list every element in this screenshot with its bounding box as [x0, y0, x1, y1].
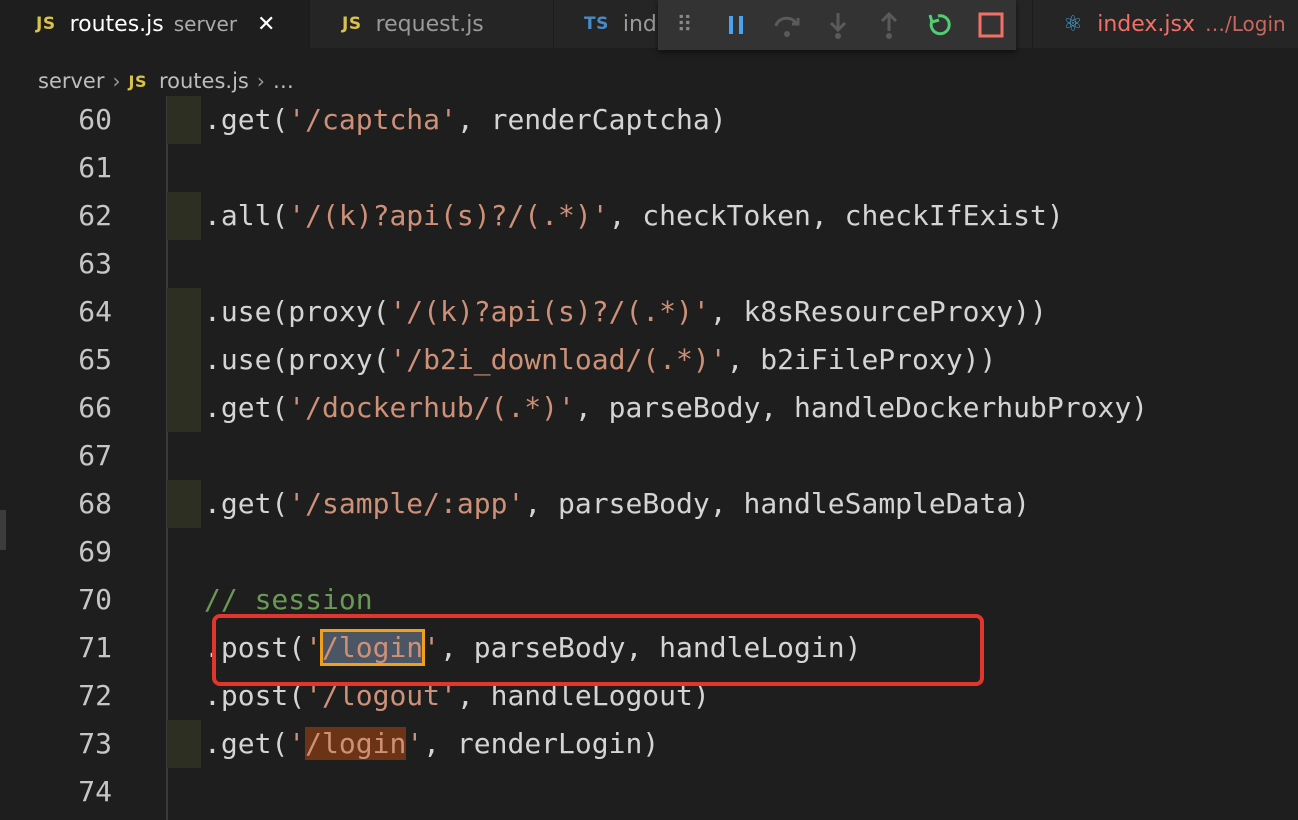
indent-marker — [167, 336, 201, 384]
code-token: , b2iFileProxy)) — [726, 343, 997, 376]
string-token: '/(k)?api(s)?/(.*)' — [288, 199, 609, 232]
line-number: 69 — [78, 535, 112, 568]
tab-index-ts[interactable]: TS inde — [554, 0, 674, 48]
line-number: 61 — [78, 151, 112, 184]
line-number: 70 — [78, 583, 112, 616]
code-token: .use(proxy( — [204, 343, 390, 376]
indent-marker — [167, 288, 201, 336]
tab-routes-js[interactable]: JS routes.js server ✕ — [0, 0, 310, 48]
indent-marker — [167, 192, 201, 240]
line-number: 60 — [78, 103, 112, 136]
code-token: .all( — [204, 199, 289, 232]
step-into-icon[interactable] — [813, 0, 864, 50]
code-token: .get( — [204, 727, 289, 760]
code-line[interactable]: .get('/dockerhub/(.*)', parseBody, handl… — [204, 384, 1148, 432]
javascript-file-icon: JS — [128, 71, 147, 91]
code-line[interactable]: .get('/captcha', renderCaptcha) — [204, 96, 727, 144]
string-token: ' — [288, 727, 306, 760]
close-icon[interactable]: ✕ — [257, 12, 275, 37]
code-token: , renderCaptcha) — [456, 103, 727, 136]
indent-marker — [167, 384, 201, 432]
indent-marker — [167, 480, 201, 528]
string-token: '/(k)?api(s)?/(.*)' — [389, 295, 710, 328]
line-number: 72 — [78, 679, 112, 712]
find-match: /login — [305, 727, 407, 760]
tab-label: index.jsx — [1097, 11, 1196, 37]
chevron-right-icon: › — [256, 69, 265, 93]
code-token: .get( — [204, 391, 289, 424]
pause-icon[interactable] — [711, 0, 762, 50]
tab-label: request.js — [375, 11, 484, 37]
indent-marker — [167, 720, 201, 768]
tab-description: server — [173, 12, 238, 36]
chevron-right-icon: › — [112, 69, 121, 93]
breadcrumb-symbol[interactable]: … — [273, 69, 294, 93]
indent-marker — [167, 96, 201, 144]
line-number: 73 — [78, 727, 112, 760]
line-number: 63 — [78, 247, 112, 280]
annotation-highlight-box — [212, 614, 984, 686]
code-line[interactable]: .get('/login', renderLogin) — [204, 720, 659, 768]
tab-index-jsx[interactable]: ⚛ index.jsx …/Login — [1032, 0, 1298, 48]
code-line[interactable]: .all('/(k)?api(s)?/(.*)', checkToken, ch… — [204, 192, 1064, 240]
code-line[interactable]: .use(proxy('/(k)?api(s)?/(.*)', k8sResou… — [204, 288, 1047, 336]
code-token: , renderLogin) — [423, 727, 660, 760]
tab-bar: JS routes.js server ✕ JS request.js TS i… — [0, 0, 1298, 48]
code-line[interactable]: .use(proxy('/b2i_download/(.*)', b2iFile… — [204, 336, 996, 384]
line-number: 71 — [78, 631, 112, 664]
string-token: '/b2i_download/(.*)' — [389, 343, 727, 376]
tab-request-js[interactable]: JS request.js — [310, 0, 554, 48]
code-token: .get( — [204, 487, 289, 520]
debug-toolbar: ⠿ — [658, 0, 1016, 50]
line-number: 65 — [78, 343, 112, 376]
line-number: 64 — [78, 295, 112, 328]
code-token: , checkToken, checkIfExist) — [608, 199, 1064, 232]
string-token: '/captcha' — [288, 103, 457, 136]
stop-icon[interactable] — [965, 0, 1016, 50]
javascript-file-icon: JS — [36, 14, 56, 34]
string-token: '/dockerhub/(.*)' — [288, 391, 575, 424]
line-number: 67 — [78, 439, 112, 472]
code-token: , parseBody, handleDockerhubProxy) — [574, 391, 1149, 424]
code-token: , k8sResourceProxy)) — [709, 295, 1047, 328]
step-out-icon[interactable] — [863, 0, 914, 50]
line-number: 62 — [78, 199, 112, 232]
string-token: '/sample/:app' — [288, 487, 525, 520]
react-file-icon: ⚛ — [1063, 11, 1084, 37]
line-number: 66 — [78, 391, 112, 424]
code-line[interactable]: .get('/sample/:app', parseBody, handleSa… — [204, 480, 1030, 528]
typescript-file-icon: TS — [584, 14, 609, 34]
scrollbar-thumb[interactable] — [0, 510, 6, 550]
line-number: 68 — [78, 487, 112, 520]
line-number: 74 — [78, 775, 112, 808]
code-token: .get( — [204, 103, 289, 136]
step-over-icon[interactable] — [762, 0, 813, 50]
editor-window: JS routes.js server ✕ JS request.js TS i… — [0, 0, 1298, 820]
code-token: , parseBody, handleSampleData) — [524, 487, 1031, 520]
restart-icon[interactable] — [914, 0, 965, 50]
drag-handle-icon[interactable]: ⠿ — [658, 0, 711, 50]
breadcrumb-file[interactable]: routes.js — [159, 69, 249, 93]
tab-label: routes.js — [69, 11, 164, 37]
code-token: .use(proxy( — [204, 295, 390, 328]
string-token: ' — [406, 727, 424, 760]
code-editor[interactable]: 60 .get('/captcha', renderCaptcha) 61 62… — [0, 96, 1298, 820]
javascript-file-icon: JS — [342, 14, 362, 34]
tab-description: …/Login — [1205, 12, 1286, 36]
breadcrumb-folder[interactable]: server — [38, 69, 104, 93]
